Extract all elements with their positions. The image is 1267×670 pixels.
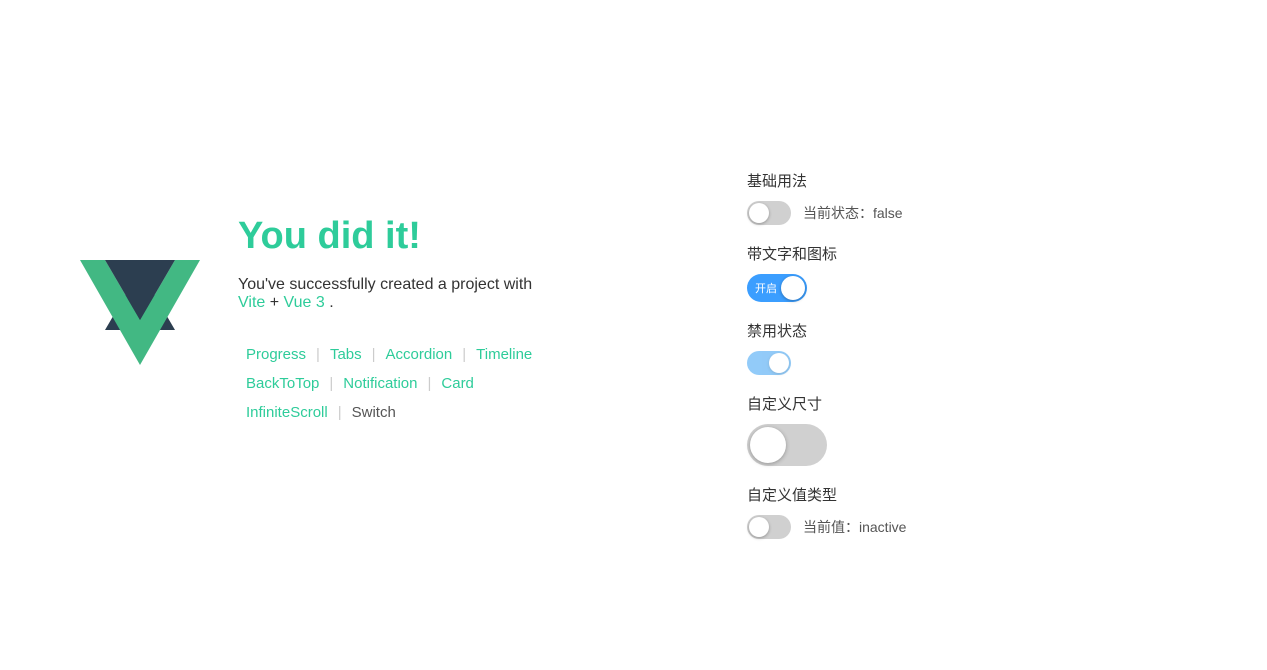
section-basic-title: 基础用法 xyxy=(747,170,987,191)
toggle-row-disabled xyxy=(747,351,987,375)
toggle-row-text-icon: 开启 xyxy=(747,274,987,302)
headline: You did it! xyxy=(238,215,658,258)
vue-logo xyxy=(80,260,200,370)
toggle-row-value: 当前值：inactive xyxy=(747,515,987,539)
section-disabled-title: 禁用状态 xyxy=(747,320,987,341)
vite-link[interactable]: Vite xyxy=(238,294,265,311)
link-backtotop[interactable]: BackToTop xyxy=(238,371,327,396)
link-notification[interactable]: Notification xyxy=(335,371,425,396)
subtitle: You've successfully created a project wi… xyxy=(238,276,658,312)
section-disabled: 禁用状态 xyxy=(747,320,987,375)
toggle-disabled xyxy=(747,351,791,375)
link-tabs[interactable]: Tabs xyxy=(322,342,370,367)
toggle-row-basic: 当前状态：false xyxy=(747,201,987,225)
toggle-value[interactable] xyxy=(747,515,791,539)
toggle-large[interactable] xyxy=(747,424,827,466)
basic-status: 当前状态：false xyxy=(803,203,903,223)
text-content: You did it! You've successfully created … xyxy=(238,215,658,425)
subtitle-text: You've successfully created a project wi… xyxy=(238,276,532,293)
right-panel: 基础用法 当前状态：false 带文字和图标 开启 禁用状态 自定义尺寸 自定义… xyxy=(747,170,987,557)
section-text-icon-title: 带文字和图标 xyxy=(747,243,987,264)
section-basic: 基础用法 当前状态：false xyxy=(747,170,987,225)
link-card[interactable]: Card xyxy=(433,371,482,396)
toggle-text-icon[interactable]: 开启 xyxy=(747,274,807,302)
link-accordion[interactable]: Accordion xyxy=(378,342,461,367)
vue3-link[interactable]: Vue 3 xyxy=(284,294,325,311)
toggle-basic[interactable] xyxy=(747,201,791,225)
section-custom-value-title: 自定义值类型 xyxy=(747,484,987,505)
link-progress[interactable]: Progress xyxy=(238,342,314,367)
toggle-row-large xyxy=(747,424,987,466)
link-timeline[interactable]: Timeline xyxy=(468,342,540,367)
value-status: 当前值：inactive xyxy=(803,517,906,537)
plus-text: + xyxy=(270,294,284,311)
link-infinitescroll[interactable]: InfiniteScroll xyxy=(238,400,336,425)
links-row: Progress | Tabs | Accordion | Timeline B… xyxy=(238,342,658,425)
toggle-on-label: 开启 xyxy=(755,280,777,296)
link-switch[interactable]: Switch xyxy=(344,400,404,425)
section-text-icon: 带文字和图标 开启 xyxy=(747,243,987,302)
section-custom-size: 自定义尺寸 xyxy=(747,393,987,466)
period: . xyxy=(329,294,333,311)
section-custom-value: 自定义值类型 当前值：inactive xyxy=(747,484,987,539)
section-custom-size-title: 自定义尺寸 xyxy=(747,393,987,414)
